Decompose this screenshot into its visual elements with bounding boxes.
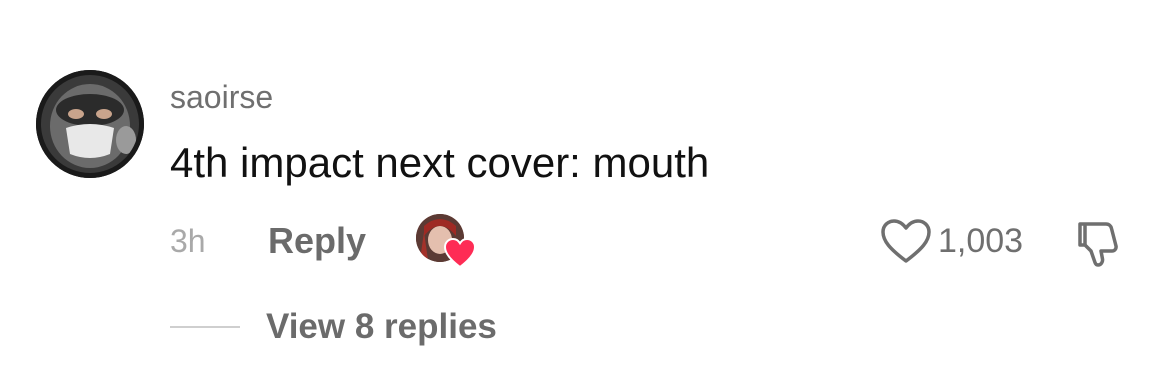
creator-heart-badge-icon	[444, 238, 476, 268]
comment-username[interactable]: saoirse	[170, 78, 273, 116]
comment-text: 4th impact next cover: mouth	[170, 139, 710, 186]
reply-button[interactable]: Reply	[268, 220, 366, 262]
heart-outline-icon[interactable]	[880, 218, 932, 264]
creator-liked-badge	[416, 214, 476, 268]
thumbs-down-icon[interactable]	[1072, 218, 1124, 268]
replies-divider	[170, 326, 240, 328]
view-replies-button[interactable]: View 8 replies	[266, 306, 497, 348]
avatar-photo	[36, 70, 144, 178]
user-avatar[interactable]	[36, 70, 144, 178]
like-count: 1,003	[938, 222, 1024, 260]
comment-timestamp: 3h	[170, 223, 206, 259]
comment-item: saoirse 4th impact next cover: mouth 3h …	[0, 0, 1170, 390]
like-button[interactable]: 1,003	[880, 216, 1023, 266]
